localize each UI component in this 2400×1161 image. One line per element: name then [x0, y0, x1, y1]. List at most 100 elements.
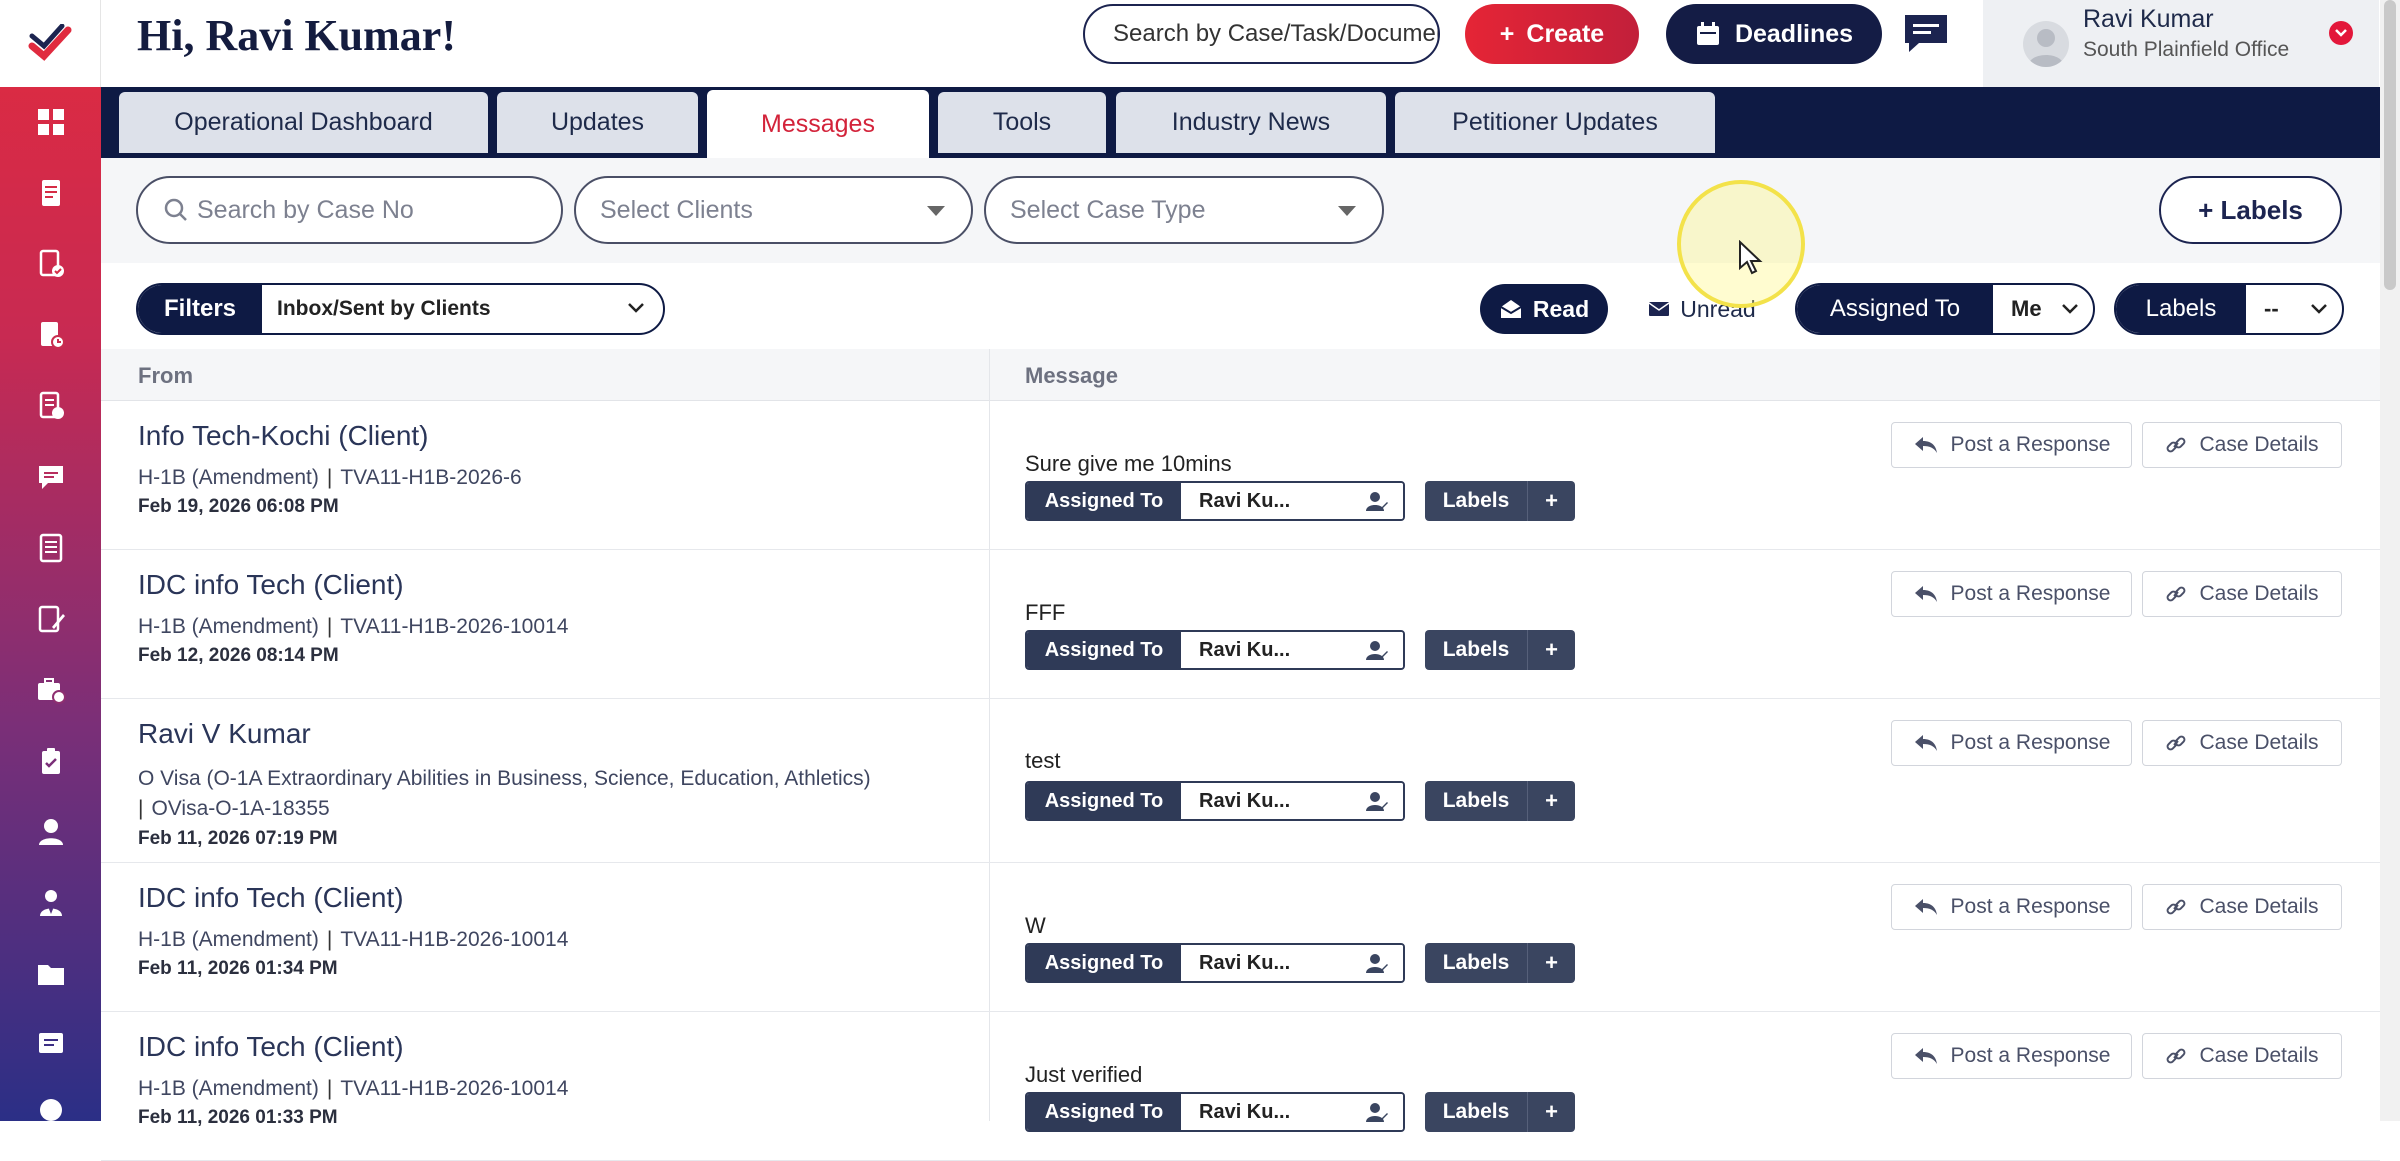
table-row[interactable]: IDC info Tech (Client) H-1B (Amendment) |… — [101, 863, 2380, 1012]
briefcase-clock-icon[interactable] — [0, 660, 101, 720]
ledger-icon[interactable] — [0, 518, 101, 578]
labels-filter-select[interactable]: -- — [2246, 285, 2342, 333]
select-case-type-dropdown[interactable]: Select Case Type — [984, 176, 1384, 244]
reply-icon — [1914, 586, 1937, 602]
sender-name[interactable]: IDC info Tech (Client) — [138, 1031, 404, 1063]
add-label-icon[interactable]: + — [1527, 781, 1575, 821]
read-filter-button[interactable]: Read — [1480, 284, 1608, 334]
select-clients-placeholder: Select Clients — [600, 195, 753, 224]
message-date: Feb 11, 2026 01:33 PM — [138, 1107, 338, 1128]
labels-filter-group[interactable]: Labels -- — [2114, 283, 2344, 335]
top-bar: Hi, Ravi Kumar! Search by Case/Task/Docu… — [101, 0, 2380, 87]
post-response-button[interactable]: Post a Response — [1891, 1033, 2132, 1079]
case-number[interactable]: TVA11-H1B-2026-6 — [340, 466, 521, 489]
create-button[interactable]: + Create — [1465, 4, 1639, 64]
assigned-to-control[interactable]: Assigned To Ravi Ku... — [1025, 481, 1405, 521]
row-labels-button[interactable]: Labels + — [1425, 943, 1575, 983]
row-labels-button[interactable]: Labels + — [1425, 630, 1575, 670]
chevron-down-icon — [628, 303, 644, 313]
add-label-icon[interactable]: + — [1527, 481, 1575, 521]
case-number[interactable]: OVisa-O-1A-18355 — [151, 797, 329, 820]
case-number[interactable]: TVA11-H1B-2026-10014 — [340, 928, 568, 951]
sender-name[interactable]: IDC info Tech (Client) — [138, 882, 404, 914]
assignee-select[interactable]: Ravi Ku... — [1181, 945, 1403, 981]
document-icon[interactable] — [0, 163, 101, 223]
table-row[interactable]: IDC info Tech (Client) H-1B (Amendment) |… — [101, 1012, 2380, 1161]
assigned-to-control[interactable]: Assigned To Ravi Ku... — [1025, 781, 1405, 821]
global-search-input[interactable]: Search by Case/Task/Document — [1083, 4, 1440, 64]
add-label-icon[interactable]: + — [1527, 630, 1575, 670]
document-clock-icon[interactable] — [0, 305, 101, 365]
post-response-button[interactable]: Post a Response — [1891, 720, 2132, 766]
assigned-to-control[interactable]: Assigned To Ravi Ku... — [1025, 630, 1405, 670]
chat-icon[interactable] — [0, 447, 101, 507]
row-labels-button[interactable]: Labels + — [1425, 781, 1575, 821]
case-number[interactable]: TVA11-H1B-2026-10014 — [340, 615, 568, 638]
form-edit-icon[interactable] — [0, 589, 101, 649]
clipboard-icon[interactable] — [0, 731, 101, 791]
user-edit-icon[interactable] — [1365, 1101, 1389, 1123]
user-tie-icon[interactable] — [0, 873, 101, 933]
mouse-cursor-icon — [1739, 240, 1763, 275]
sender-name[interactable]: Ravi V Kumar — [138, 718, 311, 750]
tab-messages[interactable]: Messages — [707, 90, 929, 158]
chevron-down-icon[interactable] — [2329, 21, 2353, 45]
document-edit-icon[interactable] — [0, 376, 101, 436]
select-clients-dropdown[interactable]: Select Clients — [574, 176, 973, 244]
case-number-line: | OVisa-O-1A-18355 — [138, 797, 330, 820]
tab-operational-dashboard[interactable]: Operational Dashboard — [119, 92, 488, 153]
tab-updates[interactable]: Updates — [497, 92, 698, 153]
add-label-icon[interactable]: + — [1527, 943, 1575, 983]
messages-chat-button[interactable] — [1899, 8, 1953, 58]
add-labels-button[interactable]: + Labels — [2159, 176, 2342, 244]
user-icon[interactable] — [0, 802, 101, 862]
case-details-button[interactable]: Case Details — [2142, 720, 2342, 766]
assigned-to-control[interactable]: Assigned To Ravi Ku... — [1025, 943, 1405, 983]
row-labels-button[interactable]: Labels + — [1425, 1092, 1575, 1132]
case-details-label: Case Details — [2199, 433, 2319, 456]
filters-select[interactable]: Inbox/Sent by Clients — [262, 285, 663, 333]
app-logo[interactable] — [0, 0, 101, 87]
case-details-button[interactable]: Case Details — [2142, 884, 2342, 930]
assigned-to-filter-group[interactable]: Assigned To Me — [1795, 283, 2095, 335]
case-details-button[interactable]: Case Details — [2142, 571, 2342, 617]
user-edit-icon[interactable] — [1365, 639, 1389, 661]
user-edit-icon[interactable] — [1365, 790, 1389, 812]
add-label-icon[interactable]: + — [1527, 1092, 1575, 1132]
assignee-name: Ravi Ku... — [1199, 1100, 1291, 1123]
sender-name[interactable]: Info Tech-Kochi (Client) — [138, 420, 429, 452]
post-response-button[interactable]: Post a Response — [1891, 884, 2132, 930]
document-check-icon[interactable] — [0, 234, 101, 294]
case-details-button[interactable]: Case Details — [2142, 422, 2342, 468]
user-profile[interactable]: Ravi Kumar South Plainfield Office — [1983, 0, 2379, 87]
user-edit-icon[interactable] — [1365, 952, 1389, 974]
table-row[interactable]: IDC info Tech (Client) H-1B (Amendment) |… — [101, 550, 2380, 699]
assigned-to-control[interactable]: Assigned To Ravi Ku... — [1025, 1092, 1405, 1132]
dashboard-icon[interactable] — [0, 92, 101, 152]
message-icon[interactable] — [0, 1015, 101, 1075]
assigned-to-select[interactable]: Me — [1993, 285, 2093, 333]
scrollbar-thumb[interactable] — [2384, 0, 2396, 290]
deadlines-button[interactable]: Deadlines — [1666, 4, 1882, 64]
tab-tools[interactable]: Tools — [938, 92, 1106, 153]
assignee-select[interactable]: Ravi Ku... — [1181, 483, 1403, 519]
assignee-select[interactable]: Ravi Ku... — [1181, 1094, 1403, 1130]
filters-group[interactable]: Filters Inbox/Sent by Clients — [136, 283, 665, 335]
assignee-select[interactable]: Ravi Ku... — [1181, 783, 1403, 819]
globe-icon[interactable] — [0, 1080, 101, 1140]
table-row[interactable]: Ravi V Kumar O Visa (O-1A Extraordinary … — [101, 699, 2380, 863]
sender-name[interactable]: IDC info Tech (Client) — [138, 569, 404, 601]
case-search-input[interactable]: Search by Case No — [136, 176, 563, 244]
user-edit-icon[interactable] — [1365, 490, 1389, 512]
post-response-button[interactable]: Post a Response — [1891, 571, 2132, 617]
folder-icon[interactable] — [0, 944, 101, 1004]
case-number[interactable]: TVA11-H1B-2026-10014 — [340, 1077, 568, 1100]
assignee-select[interactable]: Ravi Ku... — [1181, 632, 1403, 668]
tab-petitioner-updates[interactable]: Petitioner Updates — [1395, 92, 1715, 153]
tab-industry-news[interactable]: Industry News — [1116, 92, 1386, 153]
table-row[interactable]: Info Tech-Kochi (Client) H-1B (Amendment… — [101, 401, 2380, 550]
row-labels-button[interactable]: Labels + — [1425, 481, 1575, 521]
case-details-button[interactable]: Case Details — [2142, 1033, 2342, 1079]
assigned-to-label: Assigned To — [1027, 632, 1181, 668]
post-response-button[interactable]: Post a Response — [1891, 422, 2132, 468]
